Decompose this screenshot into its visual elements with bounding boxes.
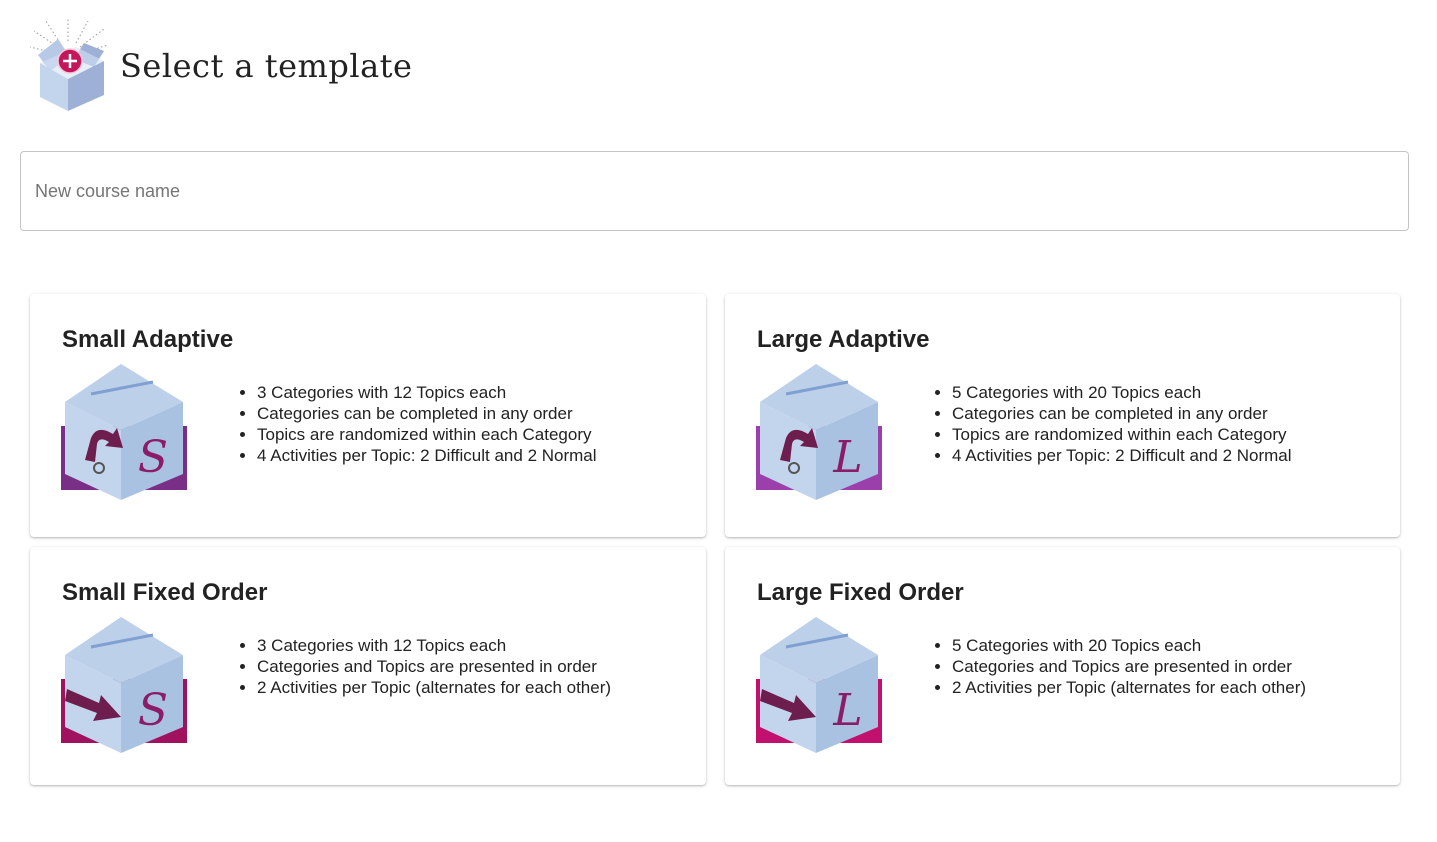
feature-item: 5 Categories with 20 Topics each — [952, 382, 1292, 403]
feature-item: 5 Categories with 20 Topics each — [952, 635, 1306, 656]
small-adaptive-box-icon: S — [61, 364, 187, 500]
feature-item: 3 Categories with 12 Topics each — [257, 382, 597, 403]
feature-list: 3 Categories with 12 Topics each Categor… — [237, 382, 597, 466]
template-selection-page: Select a template Small Adaptive S 3 Cat… — [0, 0, 1437, 842]
feature-item: 4 Activities per Topic: 2 Difficult and … — [952, 445, 1292, 466]
feature-item: Categories can be completed in any order — [952, 403, 1292, 424]
feature-list: 5 Categories with 20 Topics each Categor… — [932, 382, 1292, 466]
template-title: Small Adaptive — [62, 326, 234, 353]
template-title: Large Fixed Order — [757, 579, 964, 606]
feature-list: 3 Categories with 12 Topics each Categor… — [237, 635, 611, 698]
feature-item: 2 Activities per Topic (alternates for e… — [952, 677, 1306, 698]
template-grid: Small Adaptive S 3 Categories with 12 To… — [30, 294, 1400, 785]
large-fixed-order-box-icon: L — [756, 617, 882, 753]
feature-item: 3 Categories with 12 Topics each — [257, 635, 611, 656]
template-title: Large Adaptive — [757, 326, 930, 353]
page-title: Select a template — [120, 47, 413, 85]
template-letter: L — [832, 685, 862, 736]
feature-list: 5 Categories with 20 Topics each Categor… — [932, 635, 1306, 698]
feature-item: 4 Activities per Topic: 2 Difficult and … — [257, 445, 597, 466]
template-card-large-adaptive[interactable]: Large Adaptive L 5 Categories with 20 To… — [725, 294, 1400, 537]
template-title: Small Fixed Order — [62, 579, 268, 606]
feature-item: Topics are randomized within each Catego… — [952, 424, 1292, 445]
template-card-small-fixed-order[interactable]: Small Fixed Order S 3 Categories with 12… — [30, 547, 706, 785]
feature-item: Topics are randomized within each Catego… — [257, 424, 597, 445]
feature-item: 2 Activities per Topic (alternates for e… — [257, 677, 611, 698]
new-course-box-icon — [29, 19, 109, 111]
feature-item: Categories and Topics are presented in o… — [257, 656, 611, 677]
template-card-large-fixed-order[interactable]: Large Fixed Order L 5 Categories with 20… — [725, 547, 1400, 785]
page-header: Select a template — [28, 16, 412, 116]
large-adaptive-box-icon: L — [756, 364, 882, 500]
template-letter: L — [832, 432, 862, 483]
small-fixed-order-box-icon: S — [61, 617, 187, 753]
template-letter: S — [138, 685, 168, 736]
feature-item: Categories and Topics are presented in o… — [952, 656, 1306, 677]
template-letter: S — [138, 432, 168, 483]
feature-item: Categories can be completed in any order — [257, 403, 597, 424]
course-name-input[interactable] — [20, 151, 1409, 231]
template-card-small-adaptive[interactable]: Small Adaptive S 3 Categories with 12 To… — [30, 294, 706, 537]
